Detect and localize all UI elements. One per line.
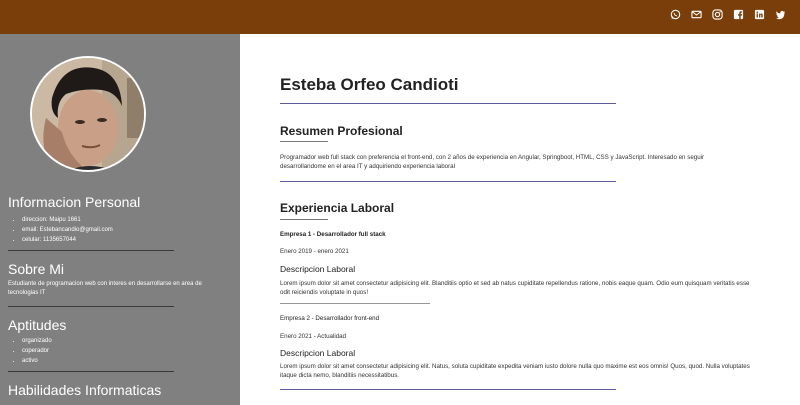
top-bar: [0, 0, 800, 34]
job-title: Empresa 2 - Desarrollador front-end: [280, 315, 380, 322]
email-item: email: Estebancandio@gmail.com: [22, 225, 113, 235]
profile-photo: [32, 58, 144, 170]
heading-underline: [280, 141, 328, 142]
name-underline: [280, 103, 616, 104]
job-description: Lorem ipsum dolor sit amet consectetur a…: [280, 363, 750, 379]
personal-info-heading: Informacion Personal: [8, 194, 141, 210]
section-divider: [280, 181, 616, 182]
phone-item: celular: 1135657044: [22, 235, 113, 245]
personal-info-list: direccion: Maipu 1661 email: Estebancand…: [22, 215, 113, 245]
main-content: Esteba Orfeo Candioti Resumen Profesiona…: [240, 34, 800, 405]
skills-heading: Aptitudes: [8, 317, 67, 333]
sidebar: Informacion Personal direccion: Maipu 16…: [0, 34, 240, 405]
divider: [8, 371, 174, 372]
about-heading: Sobre Mi: [8, 261, 65, 277]
tech-skills-heading: Habilidades Informaticas: [8, 382, 162, 398]
summary-heading: Resumen Profesional: [280, 124, 403, 138]
skills-list: organizado coperador activo: [22, 336, 52, 366]
twitter-icon[interactable]: [775, 9, 786, 20]
divider: [8, 306, 174, 307]
job-dates: Enero 2021 - Actualidad: [280, 333, 347, 340]
linkedin-icon[interactable]: [754, 9, 765, 20]
summary-text: Programador web full stack con preferenc…: [280, 154, 705, 170]
email-icon[interactable]: [691, 9, 702, 20]
about-text: Estudiante de programacion web con inter…: [8, 281, 202, 296]
experience-heading: Experiencia Laboral: [280, 201, 395, 215]
skill-item: activo: [22, 356, 52, 366]
job-dates: Enero 2019 - enero 2021: [280, 248, 349, 255]
skill-item: coperador: [22, 346, 52, 356]
address-item: direccion: Maipu 1661: [22, 215, 113, 225]
job-divider: [280, 303, 430, 304]
skill-item: organizado: [22, 336, 52, 346]
job-description-heading: Descripcion Laboral: [280, 264, 356, 274]
divider: [8, 250, 174, 251]
full-name: Esteba Orfeo Candioti: [280, 75, 459, 94]
instagram-icon[interactable]: [712, 9, 723, 20]
social-links: [670, 9, 786, 20]
heading-underline: [280, 219, 328, 220]
avatar: [30, 56, 146, 172]
job-description: Lorem ipsum dolor sit amet consectetur a…: [280, 280, 750, 296]
whatsapp-icon[interactable]: [670, 9, 681, 20]
job-description-heading: Descripcion Laboral: [280, 348, 356, 358]
facebook-icon[interactable]: [733, 9, 744, 20]
section-divider: [280, 389, 616, 390]
job-title: Empresa 1 - Desarrollador full stack: [280, 231, 386, 238]
